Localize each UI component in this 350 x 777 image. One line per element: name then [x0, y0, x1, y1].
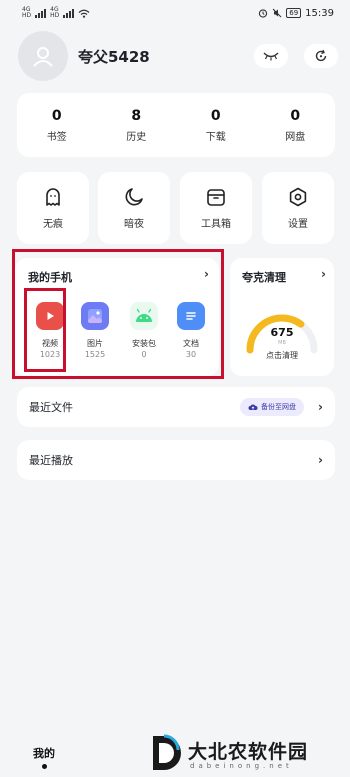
tab-me-label: 我的	[33, 747, 55, 760]
chevron-right-icon[interactable]: ›	[318, 453, 323, 467]
network-type: 4G HD	[22, 6, 32, 19]
stat-label: 下载	[205, 131, 226, 143]
backup-to-cloud-label: 备份至网盘	[261, 403, 297, 411]
stat-history[interactable]: 8 历史	[97, 93, 177, 157]
refresh-icon[interactable]	[304, 44, 338, 68]
backup-to-cloud-button[interactable]: 备份至网盘	[240, 398, 305, 416]
cleanup-card[interactable]: 夸克清理 › 675 MB 点击清理	[230, 258, 334, 376]
eye-closed-icon[interactable]	[254, 44, 288, 68]
highlight-box-video	[24, 288, 66, 372]
tab-active-indicator	[41, 764, 47, 769]
gear-icon	[289, 187, 307, 207]
cloud-upload-icon	[248, 404, 258, 410]
stat-cloud-drive[interactable]: 0 网盘	[256, 93, 336, 157]
watermark-url: dabeinong.net	[190, 762, 293, 770]
wifi-icon	[78, 9, 90, 18]
cleanup-size-unit: MB	[278, 340, 286, 346]
cleanup-button[interactable]: 点击清理	[230, 350, 334, 361]
recent-files-label: 最近文件	[29, 401, 73, 414]
tool-settings[interactable]: 设置	[262, 172, 334, 244]
signal-icon-2	[63, 8, 75, 18]
profile-header: 夸父5428	[18, 28, 338, 84]
tool-label: 工具箱	[201, 219, 231, 230]
tool-label: 暗夜	[124, 219, 144, 230]
stat-value: 8	[131, 107, 142, 124]
battery-icon: 69	[286, 8, 302, 18]
tool-incognito[interactable]: 无痕	[17, 172, 89, 244]
tool-night-mode[interactable]: 暗夜	[98, 172, 170, 244]
chevron-right-icon[interactable]: ›	[321, 267, 326, 281]
cleanup-size-value: 675	[270, 326, 294, 339]
stat-downloads[interactable]: 0 下载	[176, 93, 256, 157]
stat-bookmarks[interactable]: 0 书签	[17, 93, 97, 157]
stat-label: 网盘	[285, 131, 306, 143]
network-type-2: 4G HD	[50, 6, 60, 19]
stat-label: 历史	[126, 131, 147, 143]
username[interactable]: 夸父5428	[78, 46, 150, 67]
watermark-logo	[153, 734, 181, 770]
stat-value: 0	[210, 107, 221, 124]
stat-label: 书签	[46, 131, 67, 143]
signal-icon	[35, 8, 47, 18]
mute-icon	[272, 8, 282, 18]
recent-play-label: 最近播放	[29, 454, 73, 467]
clock: 15:39	[305, 7, 334, 19]
status-bar: 4G HD 4G HD 69 15:39	[0, 0, 350, 26]
ghost-icon	[46, 188, 60, 206]
cleanup-title: 夸克清理	[242, 271, 286, 284]
toolbox-icon	[207, 189, 225, 206]
moon-icon	[125, 188, 143, 206]
tab-me[interactable]: 我的	[33, 745, 55, 769]
avatar-icon[interactable]	[18, 31, 68, 81]
chevron-right-icon[interactable]: ›	[318, 400, 323, 414]
stat-value: 0	[290, 107, 301, 124]
tool-toolbox[interactable]: 工具箱	[180, 172, 252, 244]
watermark-title: 大北农软件园	[188, 741, 309, 763]
alarm-icon	[259, 9, 268, 18]
recent-play-row[interactable]: 最近播放 ›	[17, 440, 335, 480]
recent-files-row[interactable]: 最近文件 备份至网盘 ›	[17, 387, 335, 427]
stats-card: 0 书签 8 历史 0 下载 0 网盘	[17, 93, 335, 157]
stat-value: 0	[51, 107, 62, 124]
tool-label: 设置	[288, 219, 308, 230]
watermark: 大北农软件园 dabeinong.net	[150, 733, 350, 777]
tool-label: 无痕	[43, 219, 63, 230]
